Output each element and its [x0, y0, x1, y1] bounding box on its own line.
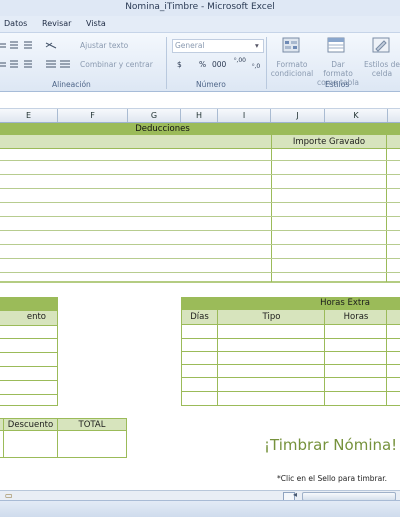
ribbon-separator [266, 37, 267, 89]
column-header-f[interactable]: F [58, 109, 128, 122]
horas-extra-grid[interactable] [181, 310, 400, 407]
cell-styles-line2: celda [371, 69, 393, 78]
window-title: Nomina_iTimbre - Microsoft Excel [125, 2, 275, 12]
descuento-label: Descuento [7, 420, 54, 430]
group-label-styles: Estilos [325, 80, 350, 89]
ribbon-tabs: Datos Revisar Vista [0, 16, 400, 33]
conditional-format-icon [282, 37, 300, 53]
column-headers: E F G H I J K [0, 109, 400, 123]
cell-styles-icon [372, 37, 390, 53]
tab-vista[interactable]: Vista [86, 19, 106, 28]
timbrar-note: *Clic en el Sello para timbrar. [277, 474, 387, 483]
importe-gravado-label: Importe Gravado [292, 137, 366, 147]
ribbon: Ajustar texto Combinar y centrar Alineac… [0, 33, 400, 92]
merge-center-button[interactable]: Combinar y centrar [80, 60, 153, 69]
column-header-i[interactable]: I [218, 109, 271, 122]
formula-bar[interactable] [0, 92, 400, 109]
horas-extra-title: Horas Extra [320, 298, 370, 308]
format-table-line1: Dar formato [323, 60, 353, 78]
decrease-decimal-button[interactable]: ⁰,0 [252, 63, 260, 70]
tab-datos[interactable]: Datos [4, 19, 27, 28]
conditional-format-button[interactable]: Formato condicional [270, 60, 314, 78]
deducciones-title: Deducciones [135, 124, 190, 134]
cell-styles-line1: Estilos de [363, 60, 400, 69]
format-table-icon [327, 37, 345, 53]
alignment-icons[interactable] [0, 39, 70, 71]
wrap-text-button[interactable]: Ajustar texto [80, 41, 128, 50]
column-header-k[interactable]: K [325, 109, 388, 122]
left-table-grid[interactable] [0, 325, 60, 407]
insert-sheet-icon[interactable]: ▭ [5, 491, 13, 500]
number-format-select[interactable]: General ▾ [172, 39, 264, 53]
thousands-button[interactable]: 000 [212, 60, 226, 69]
percent-button[interactable]: % [199, 60, 206, 69]
totals-values[interactable] [0, 431, 127, 458]
column-header-h[interactable]: H [181, 109, 218, 122]
ribbon-separator [166, 37, 167, 89]
conditional-format-line1: Formato [276, 60, 308, 69]
currency-button[interactable]: $ [177, 60, 182, 69]
timbrar-nomina-link[interactable]: ¡Timbrar Nómina! [264, 436, 397, 454]
increase-decimal-button[interactable]: ⁰,00 [234, 57, 246, 64]
cell-styles-button[interactable]: Estilos de celda [362, 60, 400, 78]
status-bar [0, 500, 400, 517]
tab-revisar[interactable]: Revisar [42, 19, 71, 28]
conditional-format-line2: condicional [270, 69, 314, 78]
column-header-g[interactable]: G [128, 109, 181, 122]
total-label: TOTAL [78, 420, 106, 430]
deducciones-grid[interactable] [0, 148, 400, 284]
title-bar: Nomina_iTimbre - Microsoft Excel [0, 0, 400, 17]
column-header-j[interactable]: J [271, 109, 325, 122]
group-label-alignment: Alineación [52, 80, 91, 89]
column-header-e[interactable]: E [0, 109, 58, 122]
descuento-partial-label: ento [26, 312, 46, 322]
left-table-header [0, 297, 58, 310]
chevron-down-icon: ▾ [255, 41, 259, 50]
number-format-value: General [175, 41, 205, 50]
group-label-number: Número [196, 80, 226, 89]
scroll-left-icon[interactable]: ◂ [293, 490, 297, 499]
